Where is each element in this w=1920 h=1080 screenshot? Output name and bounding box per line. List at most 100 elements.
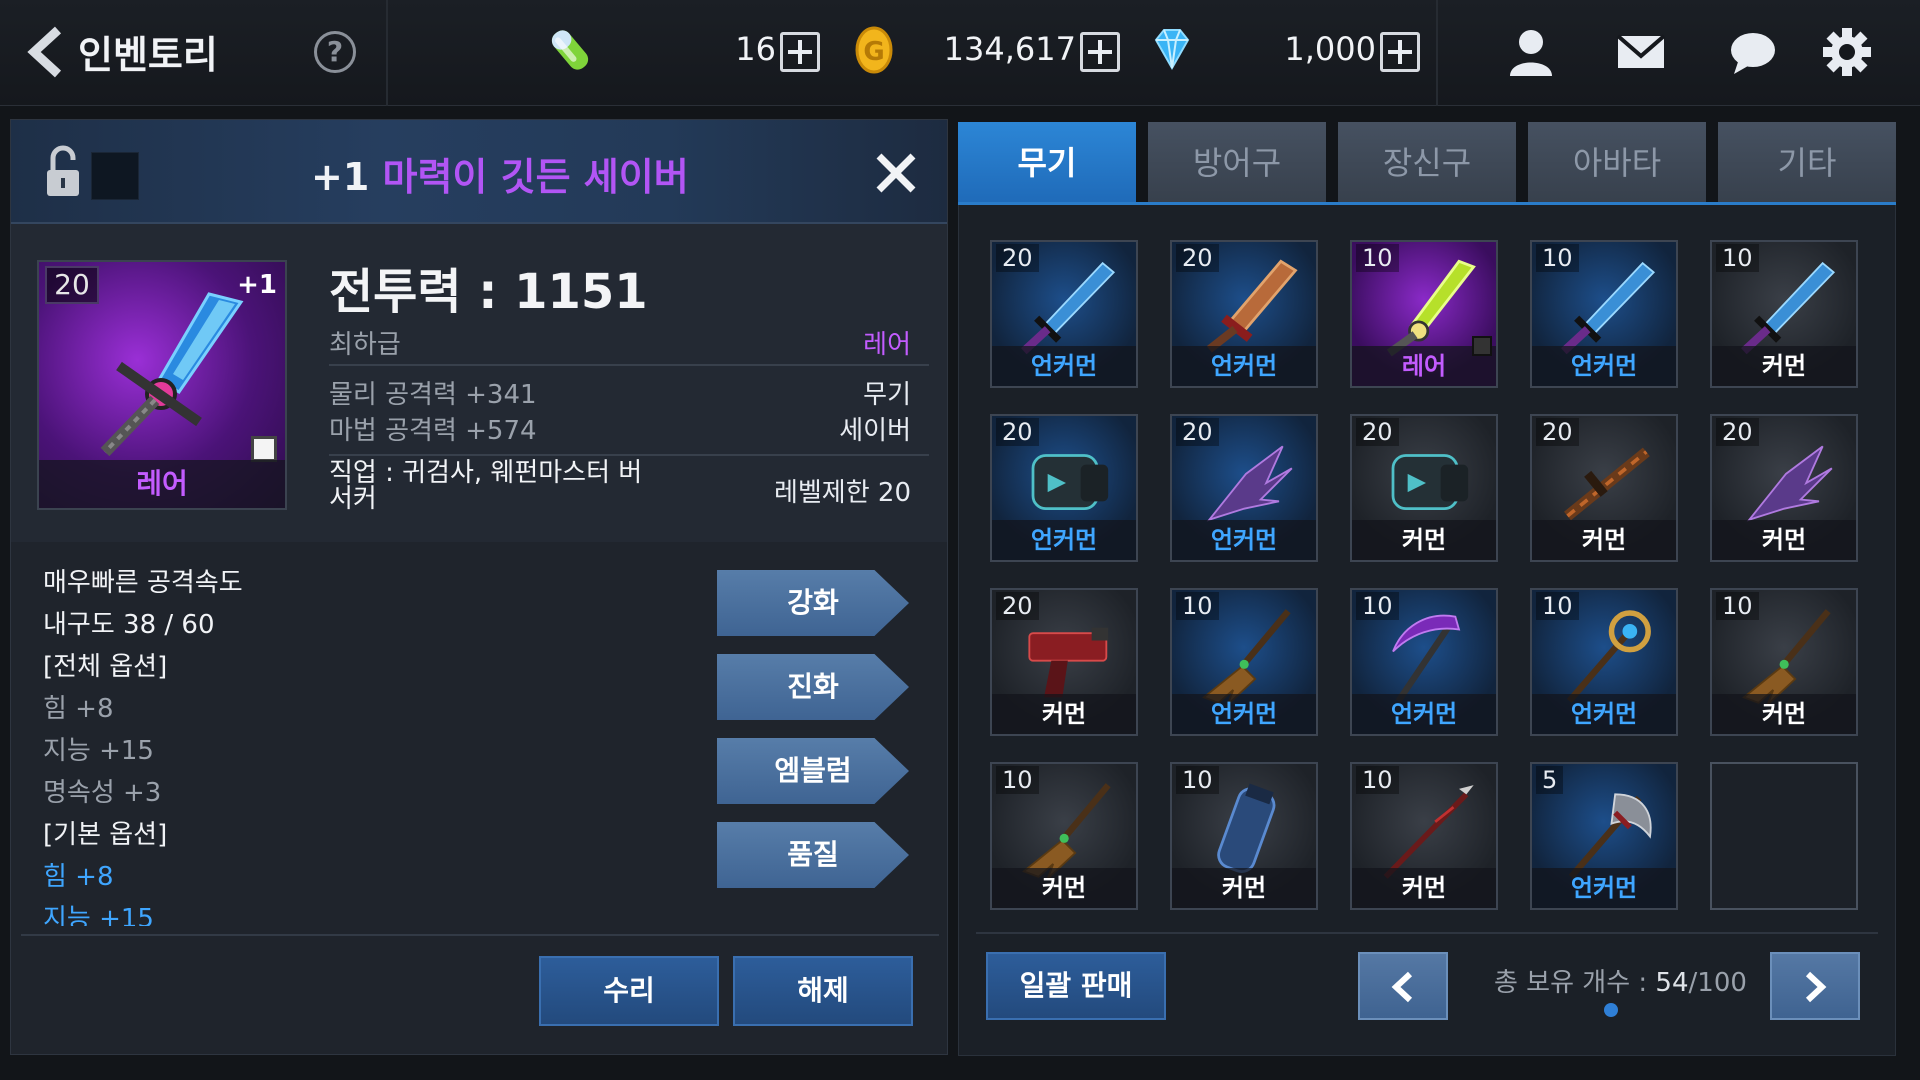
- evolve-button[interactable]: 진화: [717, 654, 909, 720]
- item-color-slot: [91, 152, 139, 200]
- option-line: 힘 +8: [43, 694, 114, 724]
- saber-icon: [100, 292, 244, 457]
- inventory-slot[interactable]: 10 언커먼: [1530, 588, 1678, 736]
- slot-rarity: 커먼: [1712, 520, 1856, 560]
- emblem-button[interactable]: 엠블럼: [717, 738, 909, 804]
- inventory-slot[interactable]: 10 커먼: [1350, 762, 1498, 910]
- inventory-slot[interactable]: 10 커먼: [990, 762, 1138, 910]
- divider: [21, 934, 939, 936]
- inventory-slot[interactable]: 20 언커먼: [1170, 414, 1318, 562]
- prev-page-button[interactable]: [1358, 952, 1448, 1020]
- diamond-add-button[interactable]: [1380, 32, 1420, 72]
- tab-avatar[interactable]: 아바타: [1528, 122, 1706, 204]
- slot-mark: [1472, 336, 1492, 356]
- bulk-sell-button[interactable]: 일괄 판매: [986, 952, 1166, 1020]
- inventory-slot[interactable]: 10 언커먼: [1170, 588, 1318, 736]
- inventory-slot[interactable]: 10 레어: [1350, 240, 1498, 388]
- unlock-icon[interactable]: [43, 144, 83, 200]
- tab-armor[interactable]: 방어구: [1148, 122, 1326, 204]
- settings-gear-icon[interactable]: [1818, 24, 1876, 80]
- stamina-potion-icon: [551, 30, 589, 70]
- slot-level: 10: [1176, 592, 1219, 620]
- inventory-slot[interactable]: 10 언커먼: [1350, 588, 1498, 736]
- slot-rarity: 언커먼: [1172, 520, 1316, 560]
- character-icon[interactable]: [1502, 24, 1560, 80]
- tab-etc[interactable]: 기타: [1718, 122, 1896, 204]
- slot-rarity: 언커먼: [1172, 346, 1316, 386]
- item-detail-header: +1 마력이 깃든 세이버: [11, 120, 947, 224]
- chevron-right-icon: [1805, 971, 1827, 1003]
- inventory-slot[interactable]: 20 커먼: [1710, 414, 1858, 562]
- enhance-button[interactable]: 강화: [717, 570, 909, 636]
- unequip-button[interactable]: 해제: [733, 956, 913, 1026]
- option-line: 매우빠른 공격속도: [43, 568, 243, 598]
- inventory-slot[interactable]: 10 커먼: [1710, 240, 1858, 388]
- tab-accessory[interactable]: 장신구: [1338, 122, 1516, 204]
- stamina-add-button[interactable]: [780, 32, 820, 72]
- close-icon[interactable]: [873, 150, 919, 196]
- item-options-list: 매우빠른 공격속도 내구도 38 / 60 [전체 옵션] 힘 +8 지능 +1…: [43, 562, 243, 926]
- help-icon[interactable]: ?: [314, 31, 356, 73]
- slot-level: 20: [996, 244, 1039, 272]
- option-line: 내구도 38 / 60: [43, 610, 215, 640]
- slot-level: 10: [1356, 592, 1399, 620]
- option-line: 지능 +15: [43, 904, 154, 926]
- divider: [386, 0, 388, 106]
- item-rarity: 레어: [863, 330, 911, 360]
- empty-inventory-slot[interactable]: [1710, 762, 1858, 910]
- page-indicator-dot: [1604, 1003, 1618, 1017]
- inventory-slot[interactable]: 10 커먼: [1710, 588, 1858, 736]
- slot-level: 20: [996, 418, 1039, 446]
- item-count-label: 총 보유 개수 :: [1494, 968, 1656, 998]
- repair-button[interactable]: 수리: [539, 956, 719, 1026]
- inventory-slot[interactable]: 10 언커먼: [1530, 240, 1678, 388]
- inventory-slot[interactable]: 20 커먼: [990, 588, 1138, 736]
- item-select-checkbox[interactable]: [251, 436, 277, 462]
- item-detail-panel: +1 마력이 깃든 세이버 20 +1 레어 전투력 : 1151 최하급 레어…: [10, 119, 948, 1055]
- slot-level: 10: [1536, 244, 1579, 272]
- inventory-slot[interactable]: 20 언커먼: [990, 240, 1138, 388]
- slot-rarity: 언커먼: [1532, 694, 1676, 734]
- slot-rarity: 커먼: [1352, 520, 1496, 560]
- inventory-slot[interactable]: 5 언커먼: [1530, 762, 1678, 910]
- item-category: 무기: [863, 380, 911, 410]
- slot-rarity: 커먼: [1712, 694, 1856, 734]
- option-line: [기본 옵션]: [43, 820, 168, 850]
- slot-level: 10: [1176, 766, 1219, 794]
- slot-level: 20: [1536, 418, 1579, 446]
- diamond-gem-icon: [1154, 29, 1190, 71]
- combat-power: 전투력 : 1151: [329, 264, 648, 320]
- slot-level: 10: [1716, 592, 1759, 620]
- option-line: [전체 옵션]: [43, 652, 168, 682]
- item-subtype: 세이버: [839, 416, 911, 446]
- item-enhance-badge: +1: [237, 270, 277, 300]
- slot-rarity: 커먼: [1712, 346, 1856, 386]
- slot-level: 5: [1536, 766, 1564, 794]
- quality-button[interactable]: 품질: [717, 822, 909, 888]
- slot-rarity: 언커먼: [1352, 694, 1496, 734]
- slot-level: 20: [1356, 418, 1399, 446]
- gold-add-button[interactable]: [1080, 32, 1120, 72]
- item-count: 총 보유 개수 : 54/100: [1494, 962, 1747, 999]
- gold-coin-icon: G: [855, 26, 893, 74]
- slot-level: 20: [1716, 418, 1759, 446]
- inventory-slot[interactable]: 20 커먼: [1350, 414, 1498, 562]
- chat-icon[interactable]: [1724, 24, 1782, 80]
- tab-weapon[interactable]: 무기: [958, 122, 1136, 204]
- mail-icon[interactable]: [1612, 24, 1670, 80]
- inventory-slot[interactable]: 20 커먼: [1530, 414, 1678, 562]
- inventory-slot[interactable]: 10 커먼: [1170, 762, 1318, 910]
- item-title-level: +1: [311, 155, 370, 199]
- inventory-slot[interactable]: 20 언커먼: [1170, 240, 1318, 388]
- slot-rarity: 언커먼: [992, 520, 1136, 560]
- item-level-badge: 20: [45, 266, 99, 304]
- top-bar: 인벤토리 ? 16 G 134,617 1,000: [0, 0, 1920, 106]
- back-arrow-icon[interactable]: [24, 26, 68, 78]
- diamond-value: 1,000: [1284, 30, 1376, 68]
- slot-level: 20: [996, 592, 1039, 620]
- item-rarity-label: 레어: [39, 460, 285, 508]
- item-title: +1 마력이 깃든 세이버: [311, 146, 689, 201]
- next-page-button[interactable]: [1770, 952, 1860, 1020]
- item-count-current: 54: [1655, 968, 1689, 998]
- inventory-slot[interactable]: 20 언커먼: [990, 414, 1138, 562]
